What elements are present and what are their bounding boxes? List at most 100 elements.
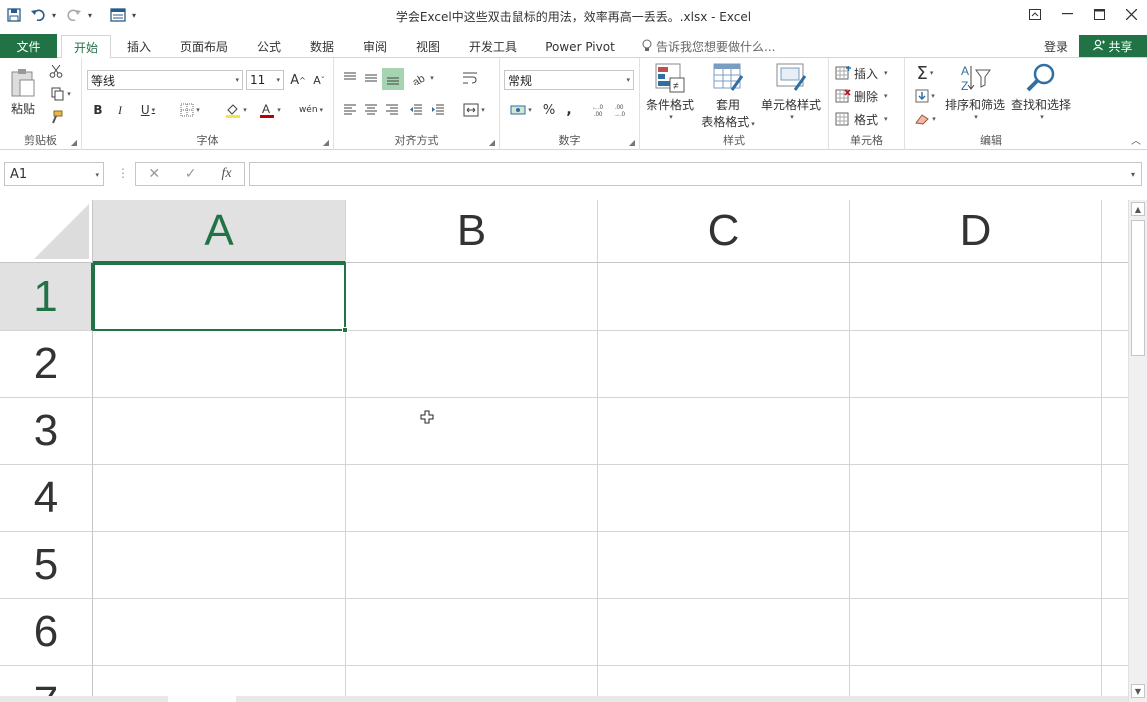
row-header-5[interactable]: 5 (0, 532, 93, 599)
tell-me-box[interactable]: 告诉我您想要做什么... (642, 38, 775, 55)
decrease-font-button[interactable]: Aˇ (310, 70, 328, 90)
formula-bar-resize-handle[interactable]: ⋮ (117, 166, 129, 180)
percent-button[interactable]: % (540, 100, 558, 120)
scroll-thumb[interactable] (1131, 220, 1145, 356)
increase-font-button[interactable]: A ^ (289, 70, 307, 90)
format-as-table-button[interactable]: 套用 表格格式 ▾ (698, 62, 758, 134)
row-header-3[interactable]: 3 (0, 398, 93, 465)
align-middle-icon[interactable] (361, 68, 381, 88)
align-right-icon[interactable] (382, 100, 402, 120)
fill-color-icon[interactable]: ▾ (220, 100, 252, 120)
comma-button[interactable]: , (560, 100, 578, 120)
select-all-button[interactable] (0, 200, 93, 263)
cell-styles-button[interactable]: 单元格样式 ▾ (758, 62, 824, 134)
tab-insert[interactable]: 插入 (115, 35, 163, 58)
merge-center-icon[interactable]: ▾ (458, 100, 490, 120)
minimize-icon[interactable] (1051, 0, 1083, 28)
vertical-scrollbar[interactable]: ▲ ▼ (1128, 200, 1147, 702)
tab-formulas[interactable]: 公式 (248, 35, 290, 58)
row-header-2[interactable]: 2 (0, 331, 93, 398)
row-header-1[interactable]: 1 (0, 263, 93, 331)
cancel-icon[interactable]: ✕ (148, 166, 160, 182)
paste-button[interactable]: 粘贴 (6, 64, 40, 120)
align-bottom-icon[interactable] (382, 68, 404, 90)
fill-icon[interactable]: ▾ (909, 86, 941, 106)
number-format-combo[interactable]: 常规 ▾ (504, 70, 634, 90)
insert-function-icon[interactable]: fx (221, 166, 231, 182)
decrease-indent-icon[interactable] (406, 100, 426, 120)
tab-developer[interactable]: 开发工具 (462, 35, 524, 58)
underline-button[interactable]: U ▾ (132, 100, 164, 120)
dialog-launcher-icon[interactable]: ◢ (71, 138, 77, 147)
font-name-value: 等线 (91, 73, 116, 88)
align-left-icon[interactable] (340, 100, 360, 120)
clear-icon[interactable]: ▾ (909, 109, 941, 129)
tab-view[interactable]: 视图 (407, 35, 449, 58)
horizontal-scrollbar[interactable] (236, 696, 1128, 702)
format-cells-button[interactable]: 格式 ▾ (835, 109, 901, 129)
increase-decimal-icon[interactable]: ←.0.00 (590, 100, 610, 120)
borders-icon[interactable]: ▾ (174, 100, 206, 120)
decrease-decimal-icon[interactable]: .00 →.0 (612, 100, 632, 120)
dialog-launcher-icon[interactable]: ◢ (629, 138, 635, 147)
column-header-b[interactable]: B (346, 200, 598, 263)
sheet-tabs-area[interactable] (0, 696, 168, 702)
group-cells: 插入 ▾ 删除 ▾ 格式 ▾ 单元格 (829, 58, 905, 150)
autosum-icon[interactable]: Σ ▾ (909, 63, 941, 84)
dialog-launcher-icon[interactable]: ◢ (489, 138, 495, 147)
group-editing: Σ ▾ ▾ ▾ AZ 排序和筛选 ▾ 查找和选择 ▾ 编辑 (905, 58, 1077, 150)
share-button[interactable]: 共享 (1079, 35, 1147, 57)
increase-indent-icon[interactable] (428, 100, 448, 120)
tab-file[interactable]: 文件 (0, 34, 57, 58)
format-cells-icon (835, 112, 849, 126)
enter-icon[interactable]: ✓ (185, 166, 197, 182)
font-size-combo[interactable]: 11 ▾ (246, 70, 284, 90)
fill-handle[interactable] (342, 327, 348, 333)
align-center-icon[interactable] (361, 100, 381, 120)
scroll-down-icon[interactable]: ▼ (1131, 684, 1145, 698)
tab-home[interactable]: 开始 (61, 35, 111, 59)
maximize-icon[interactable] (1083, 0, 1115, 28)
wrap-text-icon[interactable] (458, 68, 482, 88)
close-icon[interactable] (1115, 0, 1147, 28)
bold-button[interactable]: B (88, 100, 108, 120)
italic-button[interactable]: I (110, 100, 130, 120)
row-header-6[interactable]: 6 (0, 599, 93, 666)
tab-power-pivot[interactable]: Power Pivot (538, 35, 622, 58)
sort-filter-button[interactable]: AZ 排序和筛选 ▾ (943, 62, 1007, 134)
font-name-combo[interactable]: 等线 ▾ (87, 70, 243, 90)
tab-data[interactable]: 数据 (301, 35, 343, 58)
scroll-up-icon[interactable]: ▲ (1131, 202, 1145, 216)
font-color-icon[interactable]: A ▾ (254, 100, 286, 120)
column-header-partial[interactable] (1102, 200, 1128, 263)
column-header-a[interactable]: A (93, 200, 346, 263)
align-top-icon[interactable] (340, 68, 360, 88)
dialog-launcher-icon[interactable]: ◢ (323, 138, 329, 147)
column-header-d[interactable]: D (850, 200, 1102, 263)
accounting-format-icon[interactable]: ▾ (504, 100, 538, 120)
cell-area[interactable] (93, 263, 1128, 702)
collapse-ribbon-icon[interactable]: ︿ (1131, 132, 1141, 147)
tab-review[interactable]: 审阅 (354, 35, 396, 58)
ribbon-display-options-icon[interactable] (1019, 0, 1051, 28)
insert-cells-button[interactable]: 插入 ▾ (835, 63, 901, 83)
name-box[interactable]: A1 ▾ (4, 162, 104, 186)
conditional-formatting-button[interactable]: ≠ 条件格式 ▾ (644, 62, 696, 134)
column-header-c[interactable]: C (598, 200, 850, 263)
svg-text:A: A (961, 64, 969, 78)
phonetic-guide-button[interactable]: wén ▾ (295, 100, 327, 120)
find-select-button[interactable]: 查找和选择 ▾ (1007, 62, 1075, 134)
login-link[interactable]: 登录 (1044, 38, 1068, 55)
styles-group-label: 样式 (723, 134, 745, 147)
delete-cells-button[interactable]: 删除 ▾ (835, 86, 901, 106)
format-painter-icon[interactable] (46, 108, 66, 126)
cut-icon[interactable] (46, 62, 66, 80)
expand-formula-bar-icon[interactable]: ▾ (1131, 170, 1135, 179)
formula-input[interactable]: ▾ (249, 162, 1142, 186)
active-cell-a1[interactable] (93, 263, 348, 333)
copy-icon[interactable]: ▾ (46, 85, 76, 103)
row-header-4[interactable]: 4 (0, 465, 93, 532)
tab-page-layout[interactable]: 页面布局 (172, 35, 236, 58)
format-as-table-line1: 套用 (715, 98, 740, 112)
orientation-icon[interactable]: ab ▾ (408, 68, 438, 88)
